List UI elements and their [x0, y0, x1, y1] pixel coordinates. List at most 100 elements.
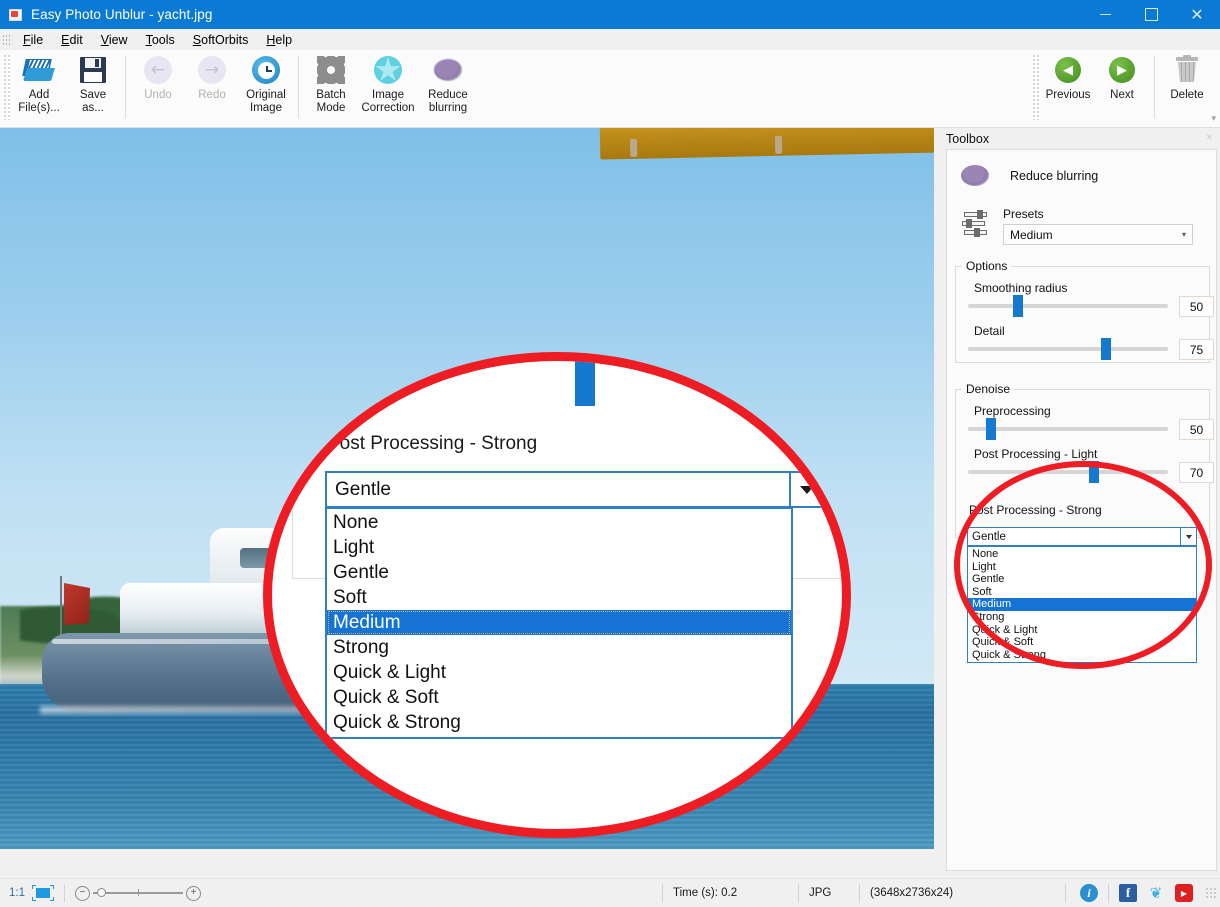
title-bar: Easy Photo Unblur - yacht.jpg ✕: [0, 0, 1220, 29]
zoom-slider-track[interactable]: [93, 888, 183, 898]
post-strong-option-quick-strong[interactable]: Quick & Strong: [968, 649, 1196, 662]
magnified-option-none[interactable]: None: [327, 510, 791, 535]
magnified-option-medium[interactable]: Medium: [327, 610, 791, 635]
menu-item-softorbits[interactable]: SoftOrbits: [184, 31, 258, 49]
add-files-button[interactable]: Add File(s)...: [12, 53, 66, 125]
magnified-chevron-down-icon[interactable]: [789, 471, 825, 508]
zoom-slider-control[interactable]: − +: [75, 885, 201, 901]
preprocessing-thumb[interactable]: [986, 418, 996, 440]
detail-thumb[interactable]: [1101, 338, 1111, 360]
post-processing-light-track[interactable]: [968, 470, 1168, 474]
chevron-down-icon[interactable]: ▾: [1182, 230, 1186, 239]
post-strong-option-strong[interactable]: Strong: [968, 611, 1196, 624]
info-icon[interactable]: i: [1080, 884, 1098, 902]
magnified-option-soft[interactable]: Soft: [327, 585, 791, 610]
next-button[interactable]: ▶ Next: [1095, 53, 1149, 125]
blur-blob-icon: [434, 53, 462, 87]
post-strong-option-quick-soft[interactable]: Quick & Soft: [968, 636, 1196, 649]
menu-bar: FFileile Edit View Tools SoftOrbits Help: [0, 29, 1220, 50]
post-strong-option-none[interactable]: None: [968, 548, 1196, 561]
magnified-option-strong[interactable]: Strong: [327, 635, 791, 660]
magnified-option-light[interactable]: Light: [327, 535, 791, 560]
menu-grip-handle[interactable]: [3, 32, 12, 47]
tool-title-row: Reduce blurring: [961, 165, 1098, 186]
zoom-out-button[interactable]: −: [75, 885, 90, 901]
previous-button[interactable]: ◀ Previous: [1041, 53, 1095, 125]
post-processing-strong-combobox[interactable]: Gentle: [967, 527, 1197, 546]
post-processing-light-thumb[interactable]: [1089, 461, 1099, 483]
presets-label: Presets: [1003, 207, 1044, 221]
minimize-button[interactable]: [1082, 0, 1128, 29]
detail-track[interactable]: [968, 347, 1168, 351]
menu-item-file[interactable]: FFileile: [14, 31, 52, 49]
twitter-icon[interactable]: ❦: [1147, 884, 1165, 902]
magnified-slider-thumb[interactable]: [575, 361, 595, 406]
red-ensign-flag: [64, 583, 90, 625]
next-label: Next: [1110, 89, 1134, 101]
undo-label: Undo: [144, 89, 172, 101]
menu-item-view[interactable]: View: [92, 31, 137, 49]
zoom-slider-knob[interactable]: [97, 888, 106, 898]
magnified-option-quick-strong[interactable]: Quick & Strong: [327, 710, 791, 735]
post-strong-dropdown-list[interactable]: None Light Gentle Soft Medium Strong Qui…: [967, 546, 1197, 664]
nav-separator: [1154, 56, 1155, 118]
post-strong-option-soft[interactable]: Soft: [968, 586, 1196, 599]
facebook-icon[interactable]: f: [1119, 884, 1137, 902]
maximize-button[interactable]: [1128, 0, 1174, 29]
magnified-option-quick-light[interactable]: Quick & Light: [327, 660, 791, 685]
menu-item-edit[interactable]: Edit: [52, 31, 92, 49]
youtube-icon[interactable]: ▶: [1175, 884, 1193, 902]
magnified-dropdown-list[interactable]: None Light Gentle Soft Medium Strong Qui…: [325, 508, 793, 739]
preprocessing-value[interactable]: 50: [1179, 419, 1214, 440]
save-as-button[interactable]: Save as...: [66, 53, 120, 125]
redo-button[interactable]: → Redo: [185, 53, 239, 125]
magnified-option-quick-soft[interactable]: Quick & Soft: [327, 685, 791, 710]
delete-button[interactable]: Delete: [1160, 53, 1214, 125]
post-strong-option-medium[interactable]: Medium: [968, 598, 1196, 611]
add-files-label-line1: Add: [28, 89, 50, 101]
smoothing-radius-thumb[interactable]: [1013, 295, 1023, 317]
menu-item-tools[interactable]: Tools: [137, 31, 184, 49]
image-correction-label-line1: Image: [372, 89, 404, 101]
star-burst-icon: [374, 53, 402, 87]
reduce-blurring-label-line1: Reduce: [428, 89, 468, 101]
batch-mode-button[interactable]: Batch Mode: [304, 53, 358, 125]
detail-value[interactable]: 75: [1179, 339, 1214, 360]
social-links-group: i f ❦ ▶: [1080, 883, 1193, 903]
post-strong-option-gentle[interactable]: Gentle: [968, 573, 1196, 586]
post-strong-chevron-down-icon[interactable]: [1180, 527, 1197, 546]
undo-button[interactable]: ← Undo: [131, 53, 185, 125]
presets-combobox[interactable]: Medium ▾: [1003, 224, 1193, 245]
fit-to-window-icon[interactable]: [32, 885, 54, 901]
reduce-blurring-button[interactable]: Reduce blurring: [418, 53, 478, 125]
toolbox-close-icon[interactable]: ×: [1206, 130, 1213, 144]
magnifier-content: Post Processing - Strong Gentle None Lig…: [272, 361, 842, 829]
post-processing-light-label: Post Processing - Light: [974, 447, 1098, 461]
post-strong-option-light[interactable]: Light: [968, 561, 1196, 574]
post-strong-option-quick-light[interactable]: Quick & Light: [968, 624, 1196, 637]
floppy-save-icon: [80, 53, 106, 87]
status-bar: 1:1 − + Time (s): 0.2 JPG (3648x2736x24)…: [0, 878, 1220, 907]
save-as-label-line2: as...: [82, 102, 104, 114]
image-canvas[interactable]: Post Processing - Strong Gentle None Lig…: [0, 128, 934, 849]
close-button[interactable]: ✕: [1174, 0, 1220, 29]
magnified-option-gentle[interactable]: Gentle: [327, 560, 791, 585]
file-format-label: JPG: [809, 887, 832, 899]
magnified-post-strong-combobox[interactable]: Gentle: [325, 471, 825, 508]
preprocessing-track[interactable]: [968, 427, 1168, 431]
smoothing-radius-track[interactable]: [968, 304, 1168, 308]
post-processing-light-value[interactable]: 70: [1179, 462, 1214, 483]
toolbar-grip-handle[interactable]: [3, 54, 10, 120]
magnified-combo-value: Gentle: [335, 478, 391, 500]
image-correction-button[interactable]: Image Correction: [358, 53, 418, 125]
nav-grip-handle[interactable]: [1032, 54, 1039, 120]
menu-item-help[interactable]: Help: [257, 31, 301, 49]
save-as-label-line1: Save: [79, 89, 107, 101]
zoom-ratio-label[interactable]: 1:1: [9, 887, 25, 899]
original-image-button[interactable]: Original Image: [239, 53, 293, 125]
arrow-right-circle-icon: ▶: [1109, 53, 1135, 87]
magnifier-callout: Post Processing - Strong Gentle None Lig…: [263, 352, 851, 838]
zoom-in-button[interactable]: +: [186, 885, 201, 901]
smoothing-radius-value[interactable]: 50: [1179, 296, 1214, 317]
resize-grip[interactable]: [1205, 887, 1217, 899]
